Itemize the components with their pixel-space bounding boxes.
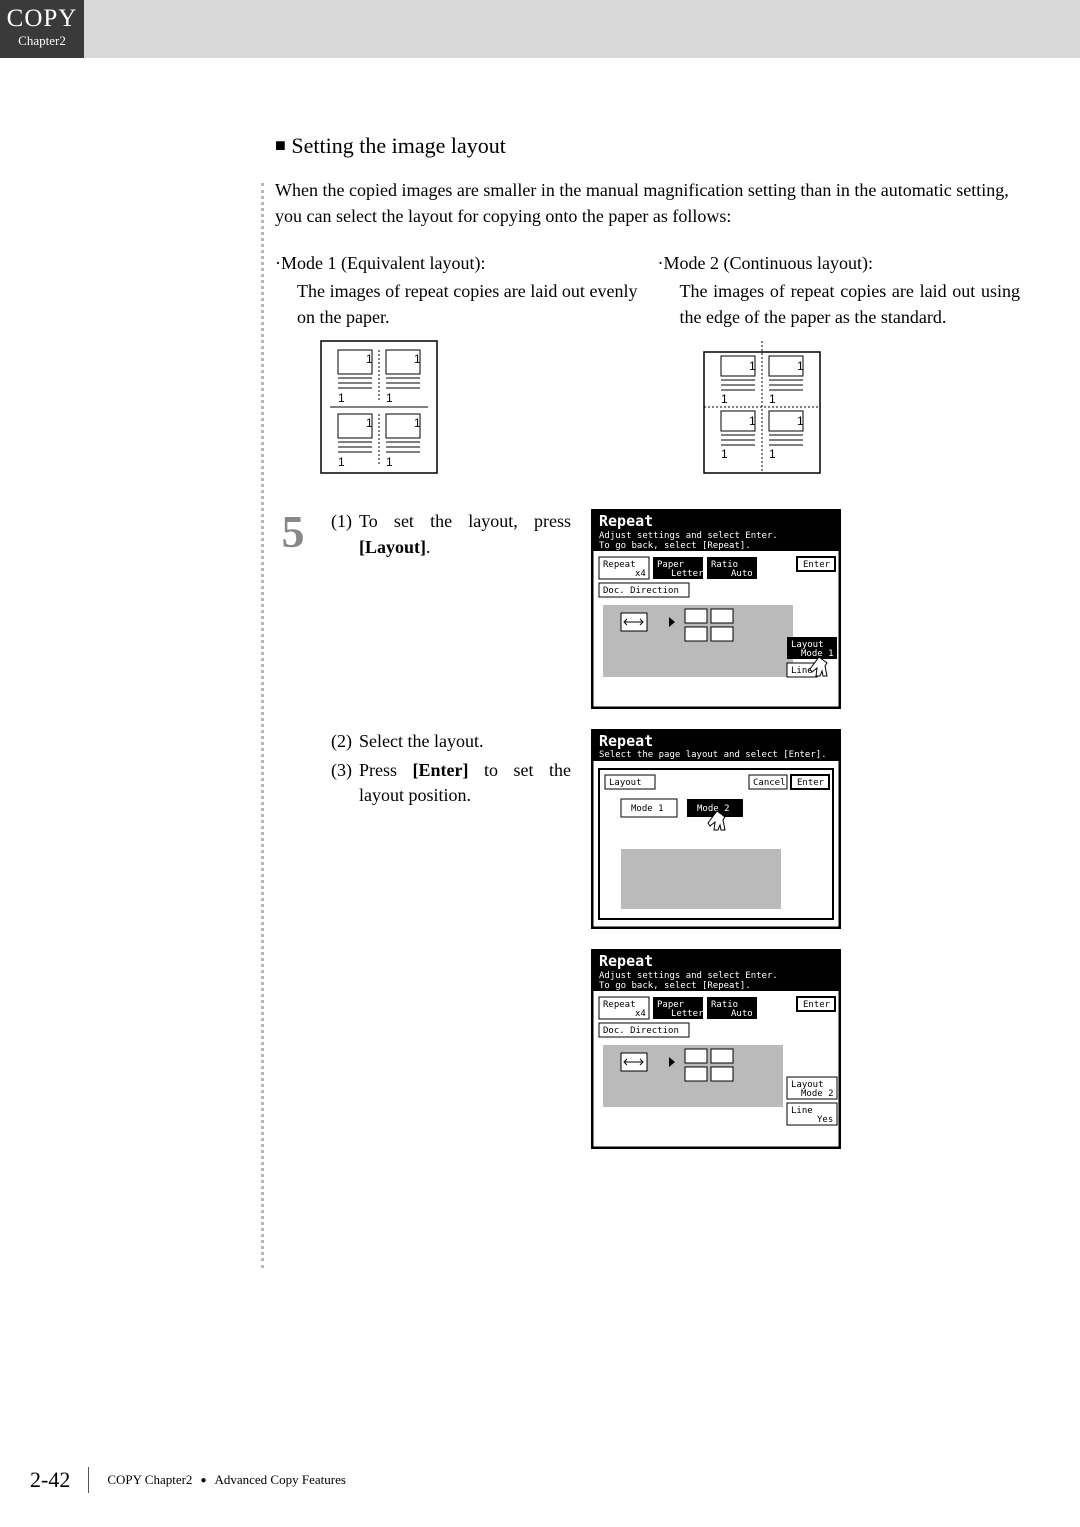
- page-footer: 2-42 COPY Chapter2 ● Advanced Copy Featu…: [30, 1467, 1030, 1497]
- substep-text: Select the layout.: [359, 729, 571, 754]
- page-number: 2-42: [30, 1467, 70, 1493]
- svg-text:1: 1: [414, 416, 421, 430]
- svg-text:1: 1: [797, 414, 804, 428]
- mode1-figure: 1 1 1 1: [320, 340, 450, 474]
- svg-text:To go back, select [Repeat].: To go back, select [Repeat].: [599, 981, 751, 991]
- substep-number: (3): [331, 758, 359, 808]
- footer-divider: [88, 1467, 89, 1493]
- screenshot-1: Repeat Adjust settings and select Enter.…: [591, 509, 841, 709]
- intro-paragraph: When the copied images are smaller in th…: [275, 177, 1020, 229]
- svg-text:x4: x4: [635, 569, 646, 579]
- svg-text:Select the page layout and sel: Select the page layout and select [Enter…: [599, 750, 827, 760]
- svg-text:1: 1: [338, 391, 345, 405]
- mode1-column: ·Mode 1 (Equivalent layout): The images …: [275, 253, 638, 474]
- svg-text:1: 1: [366, 352, 373, 366]
- svg-text:Repeat: Repeat: [599, 512, 653, 530]
- chapter-tab-title: COPY: [0, 5, 84, 33]
- svg-text:Adjust settings and select Ent: Adjust settings and select Enter.: [599, 971, 778, 981]
- substep-text: Press [Enter] to set the layout position…: [359, 758, 571, 808]
- svg-text:Enter: Enter: [803, 1000, 831, 1010]
- svg-text:1: 1: [366, 416, 373, 430]
- svg-text:Enter: Enter: [797, 778, 825, 788]
- svg-text:1: 1: [721, 392, 728, 406]
- header-band: COPY Chapter2: [0, 0, 1080, 58]
- substep-number: (2): [331, 729, 359, 754]
- square-bullet-icon: ■: [275, 135, 286, 155]
- svg-text:Doc. Direction: Doc. Direction: [603, 1026, 679, 1036]
- svg-text:1: 1: [414, 352, 421, 366]
- svg-text:Line: Line: [791, 1106, 813, 1116]
- mode2-heading: ·Mode 2 (Continuous layout):: [658, 253, 1021, 274]
- substep-number: (1): [331, 509, 359, 559]
- mode2-description: The images of repeat copies are laid out…: [658, 278, 1021, 330]
- svg-text:1: 1: [749, 414, 756, 428]
- svg-text:Auto: Auto: [731, 1009, 753, 1019]
- mode1-heading: ·Mode 1 (Equivalent layout):: [275, 253, 638, 274]
- svg-text:Mode 2: Mode 2: [801, 1089, 834, 1099]
- footer-section: Advanced Copy Features: [214, 1472, 345, 1487]
- svg-text:1: 1: [769, 447, 776, 461]
- vertical-dotted-rule: [261, 183, 264, 1268]
- substep-text: To set the layout, press [Layout].: [359, 509, 571, 559]
- chapter-tab: COPY Chapter2: [0, 0, 84, 58]
- svg-text:Mode 2: Mode 2: [697, 804, 730, 814]
- svg-text:1: 1: [721, 447, 728, 461]
- svg-text:Line: Line: [791, 666, 813, 676]
- svg-text:Repeat: Repeat: [603, 560, 636, 570]
- svg-text:Mode 1: Mode 1: [631, 804, 664, 814]
- svg-text:Doc. Direction: Doc. Direction: [603, 586, 679, 596]
- svg-text:Cancel: Cancel: [753, 778, 786, 788]
- svg-text:Adjust settings and select Ent: Adjust settings and select Enter.: [599, 531, 778, 541]
- svg-text:1: 1: [749, 359, 756, 373]
- svg-text:Yes: Yes: [817, 1115, 833, 1125]
- screenshot-2: Repeat Select the page layout and select…: [591, 729, 841, 929]
- svg-text:Mode 1: Mode 1: [801, 649, 834, 659]
- step-number-5: 5: [275, 509, 311, 555]
- svg-text:1: 1: [338, 455, 345, 469]
- svg-text:1: 1: [386, 391, 393, 405]
- footer-bullet-icon: ●: [200, 1475, 206, 1486]
- svg-text:1: 1: [769, 392, 776, 406]
- footer-chapter: COPY Chapter2: [107, 1472, 192, 1487]
- svg-text:Repeat: Repeat: [599, 732, 653, 750]
- step5-sub1: (1) To set the layout, press [Layout].: [331, 509, 571, 562]
- svg-text:Layout: Layout: [609, 778, 642, 788]
- svg-text:1: 1: [386, 455, 393, 469]
- svg-text:Letter: Letter: [671, 1009, 704, 1019]
- screenshot-3: Repeat Adjust settings and select Enter.…: [591, 949, 841, 1149]
- svg-text:1: 1: [797, 359, 804, 373]
- svg-text:Repeat: Repeat: [603, 1000, 636, 1010]
- mode2-column: ·Mode 2 (Continuous layout): The images …: [658, 253, 1021, 474]
- svg-text:x4: x4: [635, 1009, 646, 1019]
- chapter-tab-subtitle: Chapter2: [0, 33, 84, 49]
- step5-sub2-3: (2) Select the layout. (3) Press [Enter]…: [331, 729, 571, 811]
- svg-text:Repeat: Repeat: [599, 952, 653, 970]
- svg-text:Enter: Enter: [803, 560, 831, 570]
- svg-text:Letter: Letter: [671, 569, 704, 579]
- section-heading-text: Setting the image layout: [291, 133, 505, 158]
- svg-text:To go back, select [Repeat].: To go back, select [Repeat].: [599, 541, 751, 551]
- mode1-description: The images of repeat copies are laid out…: [275, 278, 638, 330]
- screenshot-2-3-stack: Repeat Select the page layout and select…: [591, 729, 841, 1149]
- svg-text:Auto: Auto: [731, 569, 753, 579]
- mode2-figure: 1 1 1 1: [703, 340, 833, 474]
- section-heading: ■ Setting the image layout: [275, 133, 1020, 159]
